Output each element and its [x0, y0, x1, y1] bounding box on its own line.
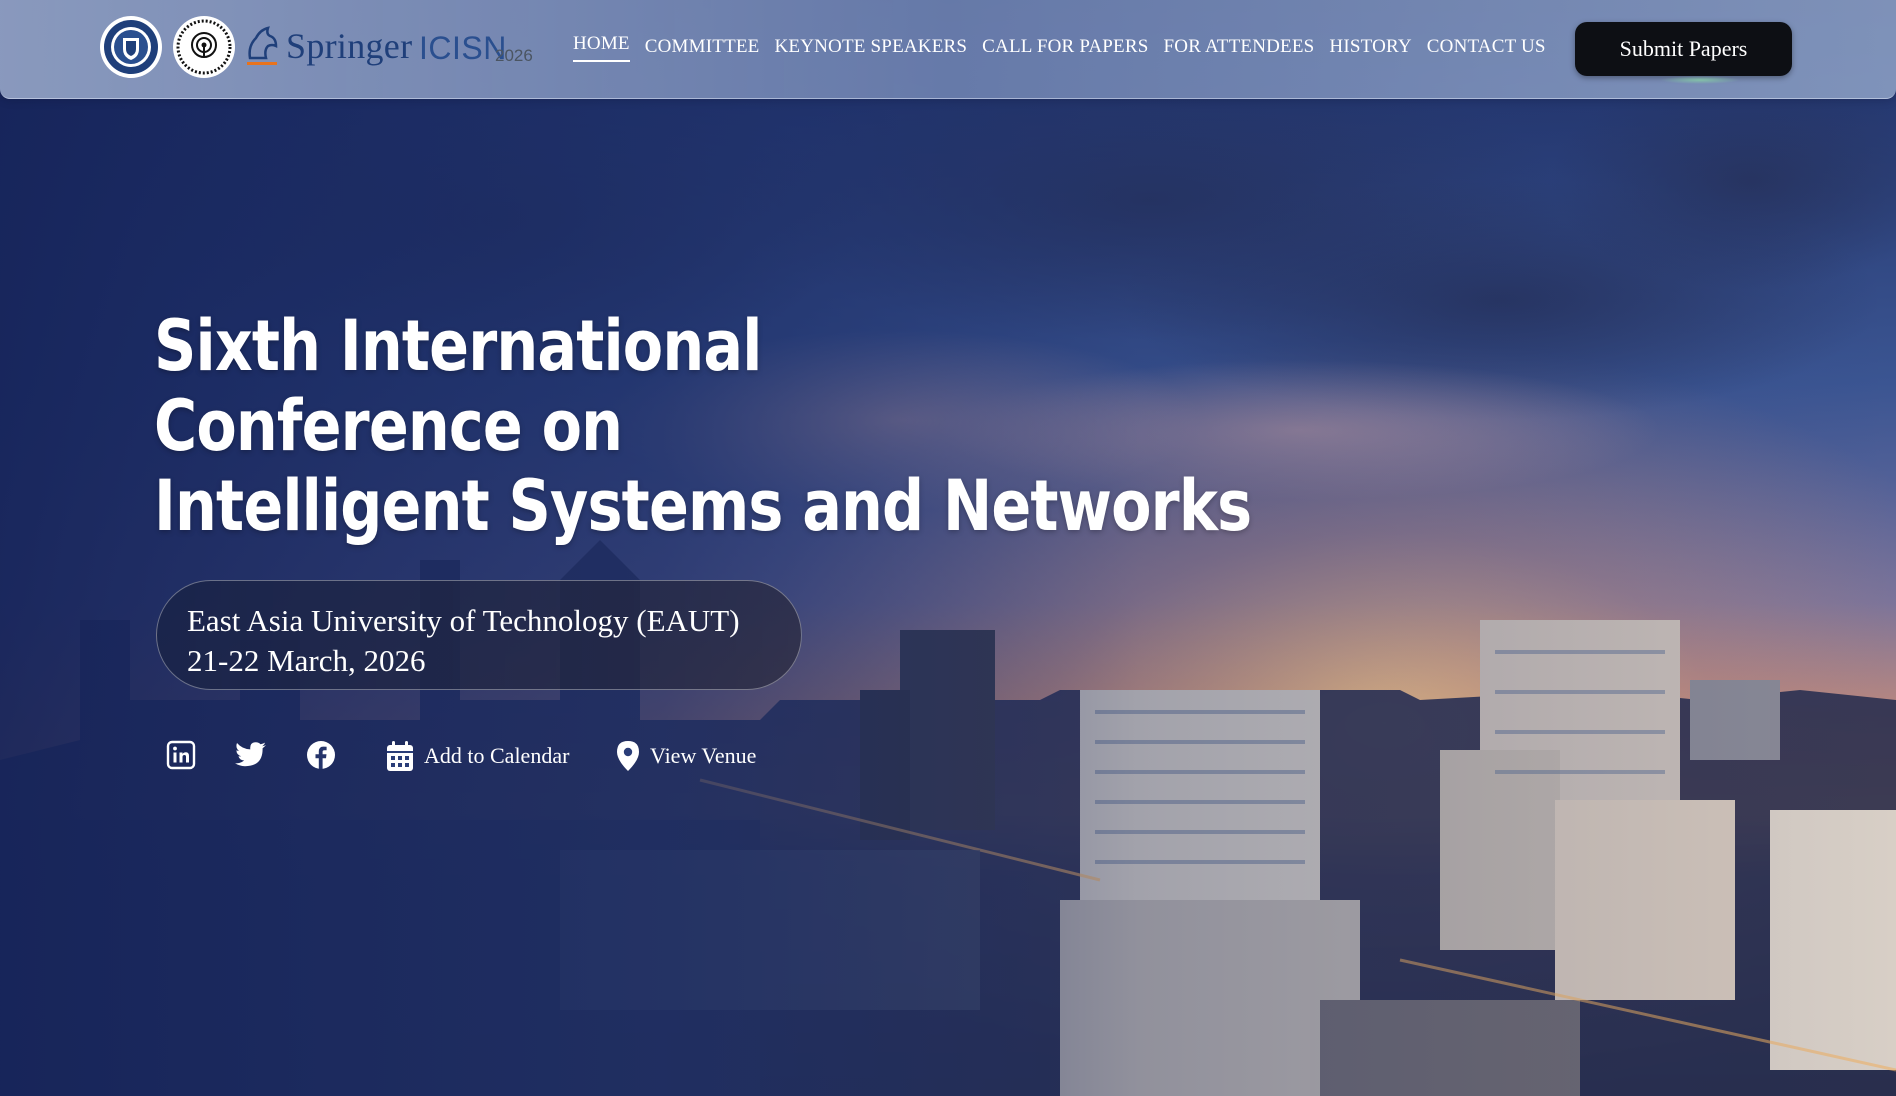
view-venue-label: View Venue	[650, 743, 757, 768]
twitter-icon[interactable]	[234, 738, 268, 772]
springer-logo[interactable]: Springer	[244, 24, 412, 68]
add-to-calendar-label: Add to Calendar	[424, 743, 570, 768]
venue-text: East Asia University of Technology (EAUT…	[187, 603, 740, 638]
facebook-icon[interactable]	[304, 738, 338, 772]
calendar-icon	[387, 741, 413, 771]
nav-item-keynote-speakers[interactable]: KEYNOTE SPEAKERS	[774, 36, 967, 62]
title-line-3: Intelligent Systems and Networks	[154, 465, 1252, 547]
nav-item-committee[interactable]: COMMITTEE	[645, 36, 760, 62]
nav-item-home[interactable]: HOME	[573, 33, 630, 62]
springer-horse-icon	[247, 26, 278, 65]
conference-logo-year: 2026	[495, 46, 533, 65]
view-venue-link[interactable]: View Venue	[616, 738, 756, 774]
submit-button-glow	[1660, 76, 1740, 84]
location-pin-icon	[617, 741, 639, 771]
icisn-seal-icon	[174, 17, 234, 77]
add-to-calendar-link[interactable]: Add to Calendar	[386, 738, 569, 774]
conference-logo-text: ICISN	[419, 30, 507, 66]
site-header: Springer ICISN 2026 HOME COMMITTEE KEYNO…	[0, 0, 1896, 99]
nav-item-for-attendees[interactable]: FOR ATTENDEES	[1164, 36, 1315, 62]
title-line-2: Conference on	[154, 385, 623, 467]
title-line-1: Sixth International	[154, 305, 762, 387]
linkedin-icon[interactable]	[164, 738, 198, 772]
venue-date-badge: East Asia University of Technology (EAUT…	[156, 580, 802, 690]
eaut-seal-logo[interactable]	[100, 16, 162, 78]
icisn-seal-logo[interactable]	[173, 16, 235, 78]
eaut-seal-icon	[101, 17, 161, 77]
springer-logo-text: Springer	[286, 26, 413, 66]
date-text: 21-22 March, 2026	[187, 643, 426, 678]
nav-item-contact-us[interactable]: CONTACT US	[1427, 36, 1546, 62]
main-nav: HOME COMMITTEE KEYNOTE SPEAKERS CALL FOR…	[573, 33, 1546, 62]
conference-title: Sixth International Conference on Intell…	[154, 305, 1252, 547]
submit-papers-button[interactable]: Submit Papers	[1575, 22, 1792, 76]
hero-section: Springer ICISN 2026 HOME COMMITTEE KEYNO…	[0, 0, 1896, 1096]
nav-item-call-for-papers[interactable]: CALL FOR PAPERS	[982, 36, 1148, 62]
nav-item-history[interactable]: HISTORY	[1329, 36, 1411, 62]
hero-background-image	[0, 0, 1896, 1096]
